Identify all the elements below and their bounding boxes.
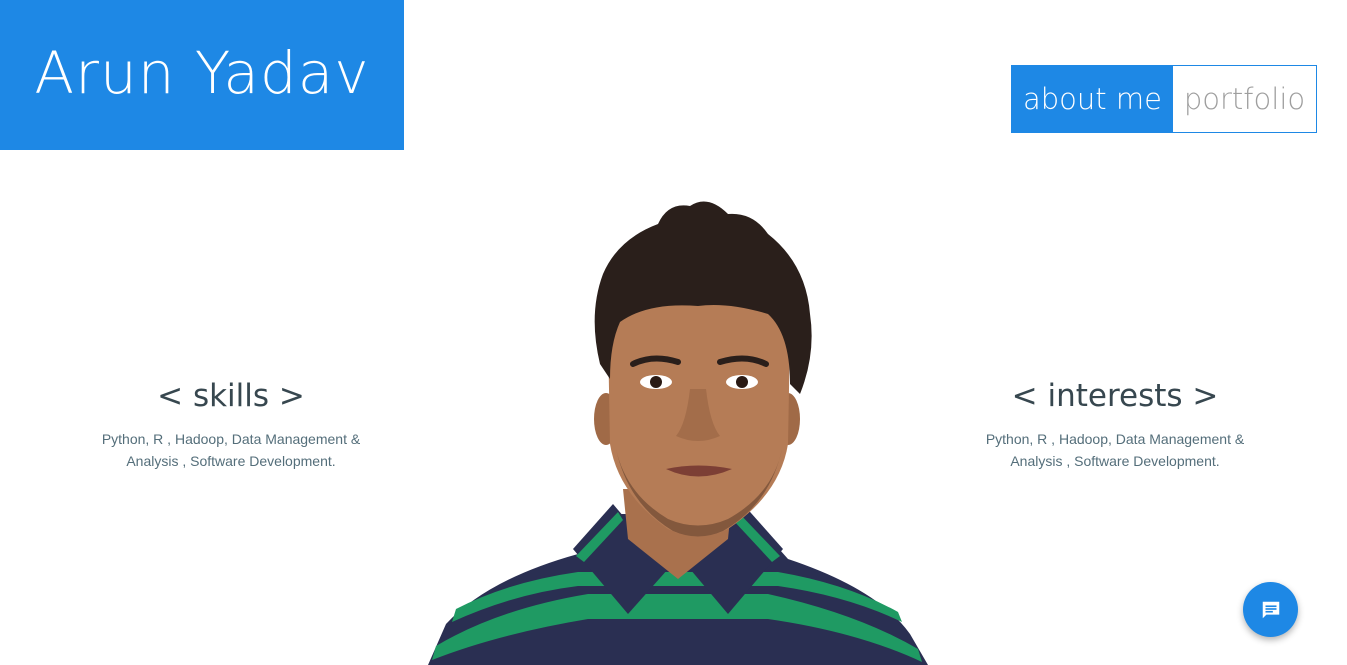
- site-title: Arun Yadav: [34, 39, 370, 107]
- nav-portfolio[interactable]: portfolio: [1173, 66, 1316, 132]
- interests-text: Python, R , Hadoop, Data Management & An…: [985, 431, 1245, 469]
- chat-icon: [1262, 601, 1279, 618]
- interests-title: < interests >: [1011, 378, 1219, 414]
- skills-section: < skills > Python, R , Hadoop, Data Mana…: [81, 378, 381, 472]
- main-nav: about me portfolio: [1011, 65, 1317, 133]
- interests-section: < interests > Python, R , Hadoop, Data M…: [965, 378, 1265, 472]
- nav-about-me[interactable]: about me: [1012, 66, 1173, 132]
- brand-header: Arun Yadav: [0, 0, 404, 150]
- skills-title: < skills >: [157, 378, 305, 414]
- chat-button[interactable]: [1243, 582, 1298, 637]
- skills-text: Python, R , Hadoop, Data Management & An…: [101, 431, 361, 469]
- page: Arun Yadav about me portfolio < skills >…: [0, 0, 1347, 665]
- profile-photo: [428, 201, 928, 665]
